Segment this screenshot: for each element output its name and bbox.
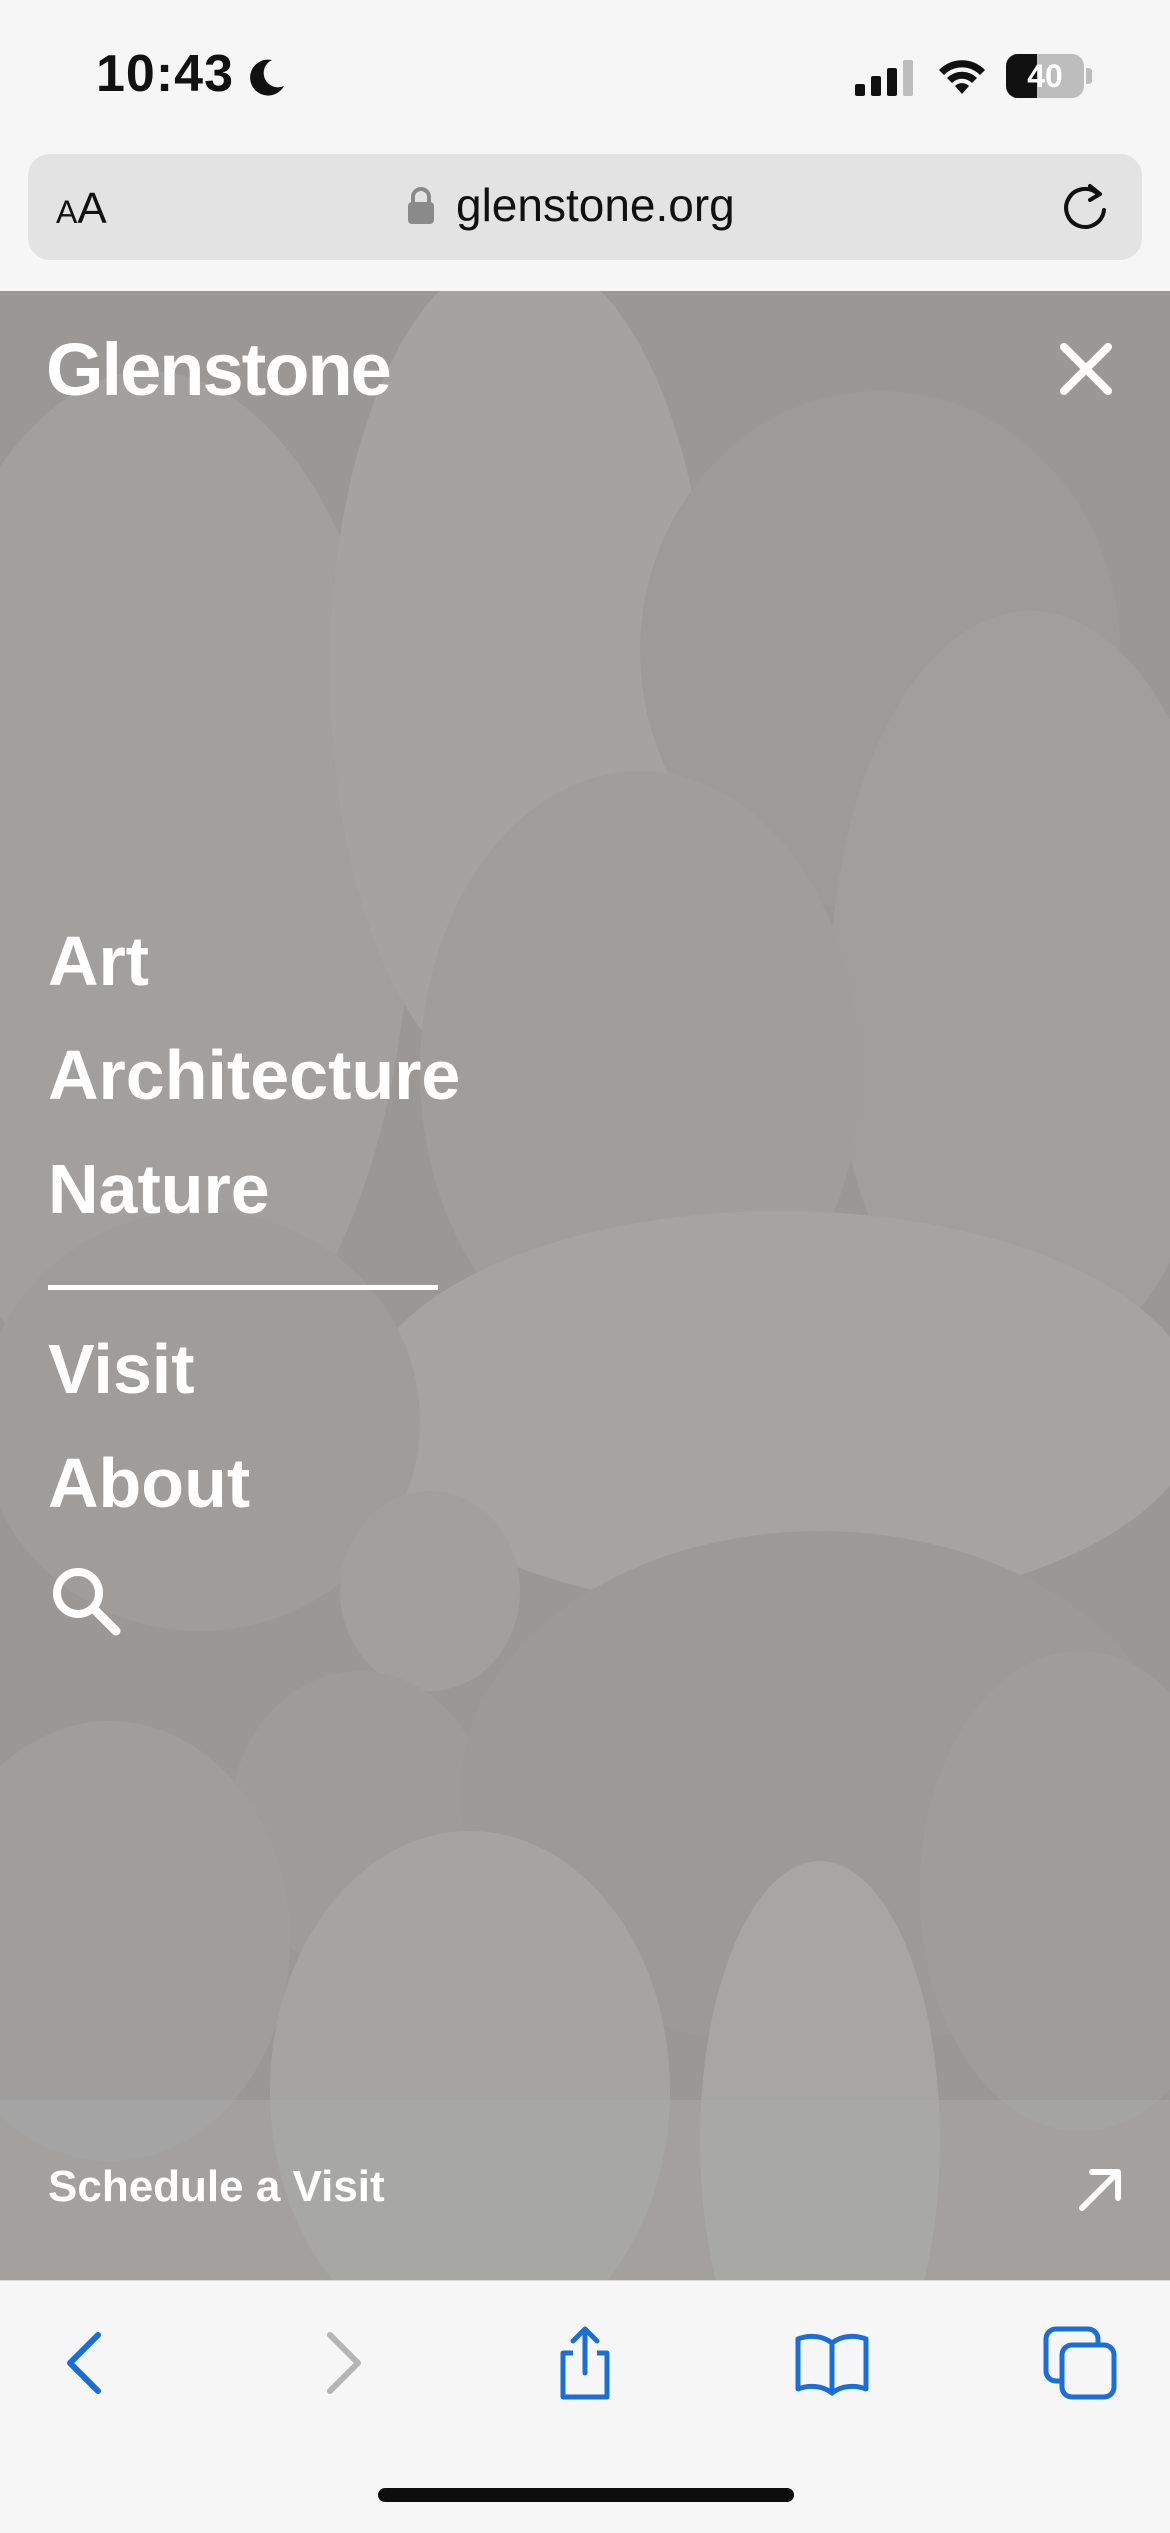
nav-item-visit[interactable]: Visit — [48, 1329, 195, 1409]
status-bar: 10:43 40 — [0, 0, 1170, 150]
close-icon[interactable] — [1056, 339, 1116, 399]
nav-item-about[interactable]: About — [48, 1443, 250, 1523]
page-content: Glenstone Art Architecture Nature Visit … — [0, 291, 1170, 2280]
glenstone-logo[interactable]: Glenstone — [46, 327, 392, 412]
cellular-signal-icon — [855, 60, 913, 96]
schedule-visit-label[interactable]: Schedule a Visit — [48, 2162, 385, 2212]
tabs-icon[interactable] — [1040, 2323, 1120, 2403]
arrow-up-right-icon[interactable] — [1074, 2164, 1126, 2216]
back-icon[interactable] — [48, 2323, 128, 2403]
wifi-icon — [939, 60, 985, 94]
battery-level: 40 — [1027, 58, 1063, 94]
text-size-button[interactable]: AA — [56, 184, 107, 234]
home-indicator[interactable] — [378, 2488, 794, 2502]
nav-item-nature[interactable]: Nature — [48, 1149, 270, 1229]
bookmarks-icon[interactable] — [792, 2323, 872, 2403]
nav-item-art[interactable]: Art — [48, 921, 149, 1001]
address-bar[interactable]: AA glenstone.org — [28, 154, 1142, 260]
nav-divider — [48, 1285, 438, 1290]
reload-icon[interactable] — [1058, 180, 1112, 234]
search-icon[interactable] — [48, 1563, 122, 1637]
forward-icon[interactable] — [300, 2323, 380, 2403]
share-icon[interactable] — [545, 2323, 625, 2403]
url-text[interactable]: glenstone.org — [456, 178, 735, 232]
moon-icon — [250, 59, 284, 96]
status-time: 10:43 — [96, 45, 234, 103]
nav-item-architecture[interactable]: Architecture — [48, 1035, 460, 1115]
battery-indicator: 40 — [1006, 54, 1092, 100]
schedule-visit-banner[interactable]: Schedule a Visit — [0, 2100, 1170, 2280]
lock-icon — [408, 187, 434, 224]
